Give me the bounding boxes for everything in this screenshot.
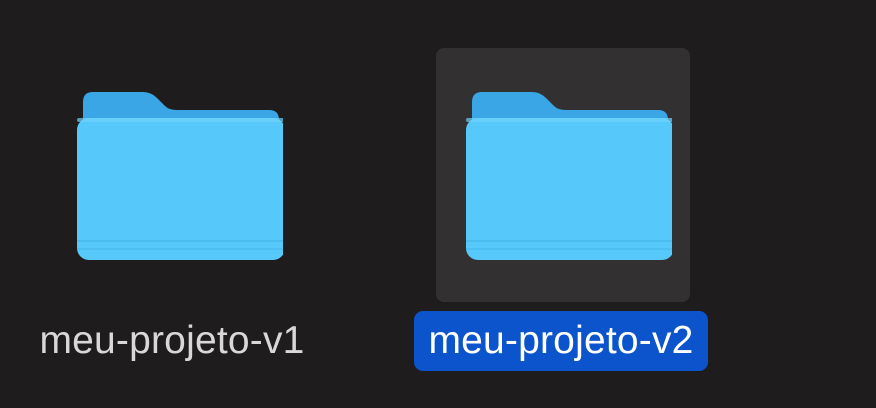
folder-icon-container[interactable]	[47, 48, 301, 302]
folder-item-meu-projeto-v2[interactable]: meu-projeto-v2	[381, 0, 741, 408]
folder-icon[interactable]	[462, 84, 672, 264]
folder-icon[interactable]	[73, 84, 283, 264]
folder-item-meu-projeto-v1[interactable]: meu-projeto-v1	[0, 0, 352, 408]
folder-icon-container-selected[interactable]	[436, 48, 690, 302]
folder-label[interactable]: meu-projeto-v1	[0, 311, 352, 371]
finder-icon-view: meu-projeto-v1 meu-projeto-v2	[0, 0, 876, 408]
folder-label-selected[interactable]: meu-projeto-v2	[381, 311, 741, 371]
